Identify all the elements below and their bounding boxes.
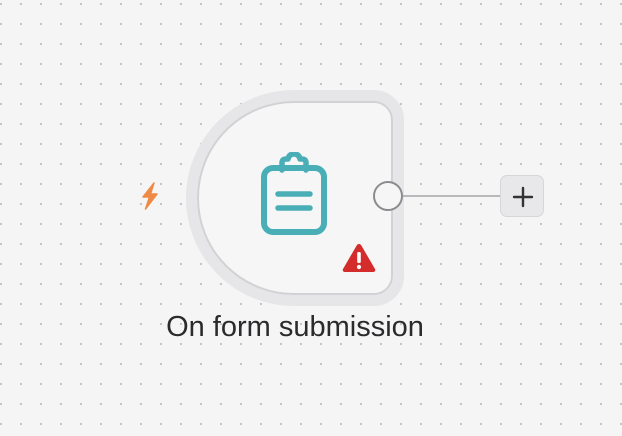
warning-triangle-icon[interactable] (341, 242, 377, 274)
lightning-bolt-icon (134, 180, 166, 212)
clipboard-icon (258, 151, 330, 236)
connector-line (403, 195, 501, 197)
add-node-button[interactable] (500, 175, 544, 217)
node-title: On form submission (166, 311, 424, 343)
output-connector-handle[interactable] (373, 181, 403, 211)
plus-icon (512, 186, 534, 208)
workflow-canvas[interactable]: On form submission (0, 0, 622, 436)
